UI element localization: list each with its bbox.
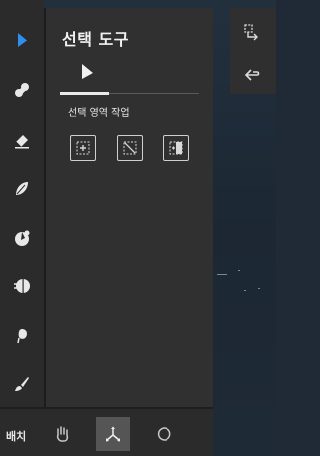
selection-actions-label: 선택 영역 작업 — [68, 108, 130, 119]
bottom-toolbar: 배치 — [0, 409, 213, 456]
fill-icon — [15, 230, 30, 246]
brush-icon — [15, 377, 29, 391]
select-all-button[interactable] — [70, 135, 96, 161]
brush-tool[interactable] — [8, 370, 36, 398]
transform-button[interactable] — [239, 20, 265, 44]
tab-selection-arrow[interactable] — [79, 63, 95, 81]
fill-tool[interactable] — [8, 224, 36, 252]
tool-sidebar — [0, 0, 44, 408]
leaf-brush-icon — [16, 182, 28, 195]
tab-active-indicator — [60, 92, 109, 95]
invert-selection-button[interactable] — [163, 135, 189, 161]
layout-label: 배치 — [6, 430, 27, 443]
transform-icon — [244, 24, 258, 41]
deselect-icon — [123, 141, 137, 155]
invert-selection-icon — [169, 141, 183, 155]
lasso-icon — [17, 329, 27, 344]
deselect-button[interactable] — [117, 135, 143, 161]
select-tool[interactable] — [8, 26, 36, 54]
right-panel — [230, 8, 276, 94]
eraser-tool[interactable] — [8, 126, 36, 154]
select-arrow-icon — [18, 33, 27, 47]
back-button[interactable] — [239, 63, 265, 87]
eraser-icon — [15, 135, 29, 149]
move-tool-button[interactable] — [96, 417, 130, 451]
tab-underline — [109, 93, 199, 94]
smudge-tool[interactable] — [8, 76, 36, 104]
lasso-tool[interactable] — [8, 322, 36, 350]
back-icon — [244, 69, 260, 81]
panel-title: 선택 도구 — [62, 30, 129, 49]
rotate-tool-button[interactable] — [147, 417, 181, 451]
shading-tool[interactable] — [8, 272, 36, 300]
selection-tool-panel: 선택 도구 선택 영역 작업 — [46, 8, 213, 408]
leaf-brush-tool[interactable] — [8, 175, 36, 203]
rotate-icon — [157, 427, 171, 441]
select-arrow-icon — [82, 64, 93, 79]
move-icon — [106, 426, 120, 442]
select-all-icon — [76, 141, 90, 155]
hand-icon — [56, 426, 69, 442]
smudge-icon — [15, 83, 29, 97]
shading-icon — [14, 279, 30, 293]
hand-tool-button[interactable] — [45, 417, 79, 451]
